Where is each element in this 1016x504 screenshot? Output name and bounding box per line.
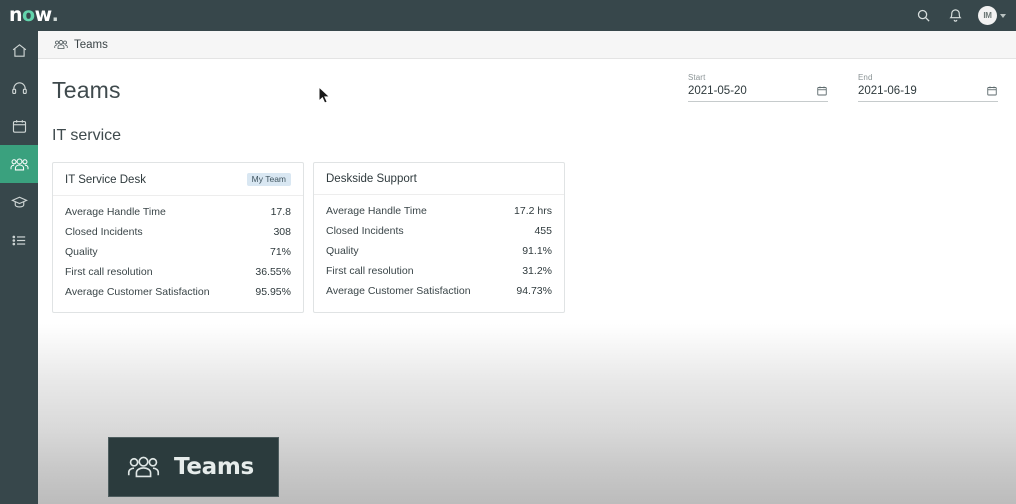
sidebar-item-learning[interactable]: [0, 183, 38, 221]
sidebar-item-home[interactable]: [0, 31, 38, 69]
breadcrumb[interactable]: Teams: [54, 39, 108, 51]
metric-row: First call resolution 36.55%: [65, 262, 291, 282]
metric-row: Closed Incidents 455: [326, 221, 552, 241]
app-window: now now. IM: [0, 0, 1016, 504]
team-card-title: Deskside Support: [326, 173, 417, 185]
calendar-icon[interactable]: [986, 85, 998, 97]
team-metric-rows: Average Handle Time 17.8 Closed Incident…: [53, 196, 303, 312]
end-date-box[interactable]: [858, 85, 998, 102]
people-icon: [54, 39, 68, 50]
metric-label: Closed Incidents: [326, 225, 404, 237]
breadcrumb-bar: Teams: [38, 31, 1016, 59]
team-card-header: IT Service Desk My Team: [53, 163, 303, 197]
metric-row: Average Customer Satisfaction 95.95%: [65, 282, 291, 302]
sidebar-item-list[interactable]: [0, 221, 38, 259]
team-card-list: IT Service Desk My Team Average Handle T…: [52, 162, 565, 314]
metric-value: 455: [534, 225, 552, 237]
metric-label: Closed Incidents: [65, 226, 143, 239]
team-card-header: Deskside Support: [314, 163, 564, 195]
user-menu[interactable]: IM: [978, 6, 1006, 25]
avatar: IM: [978, 6, 997, 25]
team-card[interactable]: Deskside Support Average Handle Time 17.…: [313, 162, 565, 314]
start-date-label: Start: [688, 73, 706, 82]
metric-row: Average Handle Time 17.2 hrs: [326, 201, 552, 221]
metric-value: 91.1%: [522, 245, 552, 257]
search-icon[interactable]: [914, 7, 932, 25]
now-logo[interactable]: now now.: [9, 4, 59, 26]
metric-label: Quality: [65, 246, 98, 259]
sidebar-item-calendar[interactable]: [0, 107, 38, 145]
metric-label: First call resolution: [65, 266, 153, 279]
metric-row: Quality 91.1%: [326, 241, 552, 261]
breadcrumb-label: Teams: [74, 38, 108, 51]
metric-row: Quality 71%: [65, 242, 291, 262]
metric-value: 31.2%: [522, 265, 552, 277]
team-card-title: IT Service Desk: [65, 173, 146, 186]
start-date-box[interactable]: [688, 85, 828, 102]
team-metric-rows: Average Handle Time 17.2 hrs Closed Inci…: [314, 195, 564, 311]
start-date-input[interactable]: [688, 85, 788, 97]
metric-label: Average Handle Time: [326, 205, 427, 217]
metric-row: Closed Incidents 308: [65, 222, 291, 242]
chevron-down-icon: [1000, 13, 1006, 18]
metric-value: 95.95%: [255, 286, 291, 299]
end-date-input[interactable]: [858, 85, 958, 97]
teams-overlay-label: Teams: [174, 454, 254, 480]
calendar-icon[interactable]: [816, 85, 828, 97]
start-date-field: Start: [688, 73, 828, 102]
date-range-filter: Start End: [688, 73, 998, 102]
bell-icon[interactable]: [946, 7, 964, 25]
page-title: Teams: [52, 77, 121, 103]
logo-dot: .: [51, 4, 59, 26]
metric-value: 17.2 hrs: [514, 205, 552, 217]
section-title: IT service: [52, 127, 122, 144]
logo-letter-w: w: [34, 4, 53, 26]
metric-label: First call resolution: [326, 265, 414, 277]
metric-row: First call resolution 31.2%: [326, 261, 552, 281]
metric-row: Average Handle Time 17.8: [65, 202, 291, 222]
metric-label: Quality: [326, 245, 359, 257]
sidebar-item-support[interactable]: [0, 69, 38, 107]
metric-row: Average Customer Satisfaction 94.73%: [326, 281, 552, 301]
status-badge: My Team: [246, 173, 291, 187]
metric-label: Average Customer Satisfaction: [65, 286, 210, 299]
logo-letter-n: n: [9, 4, 23, 26]
metric-value: 17.8: [270, 206, 291, 219]
sidebar-item-teams[interactable]: [0, 145, 38, 183]
team-card[interactable]: IT Service Desk My Team Average Handle T…: [52, 162, 304, 314]
metric-label: Average Handle Time: [65, 206, 166, 219]
top-navigation-bar: now now. IM: [0, 0, 1016, 31]
metric-value: 36.55%: [255, 266, 291, 279]
metric-label: Average Customer Satisfaction: [326, 285, 471, 297]
metric-value: 308: [273, 226, 291, 239]
left-nav-rail: [0, 31, 38, 504]
metric-value: 71%: [269, 246, 291, 259]
people-icon: [127, 455, 160, 479]
logo-letter-o: o: [22, 4, 35, 26]
end-date-label: End: [858, 73, 873, 82]
teams-overlay-chip: Teams: [108, 437, 279, 497]
topbar-actions: IM: [914, 6, 1006, 25]
metric-value: 94.73%: [516, 285, 552, 297]
end-date-field: End: [858, 73, 998, 102]
